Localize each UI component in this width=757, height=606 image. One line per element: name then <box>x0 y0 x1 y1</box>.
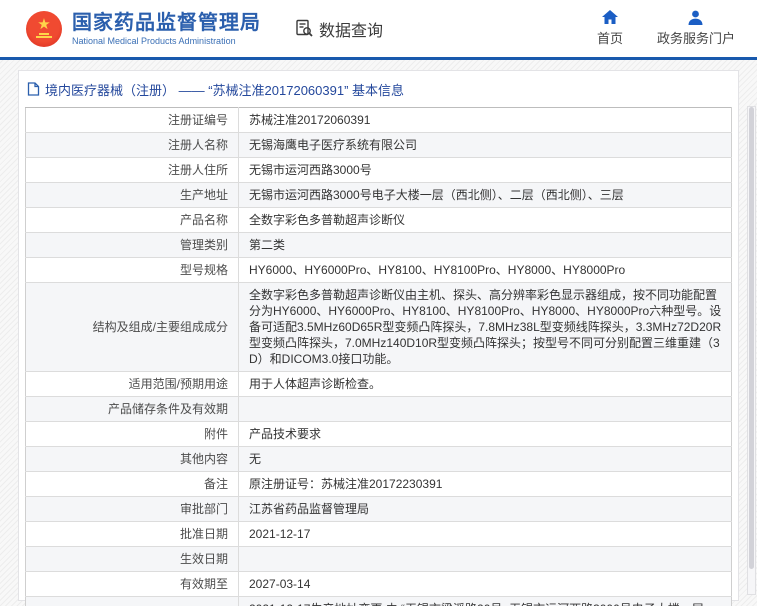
table-row: 产品名称全数字彩色多普勒超声诊断仪 <box>26 208 732 233</box>
user-icon <box>688 10 703 25</box>
nav-portal[interactable]: 政务服务门户 <box>657 10 735 47</box>
star-icon: ★ <box>37 17 50 32</box>
table-row: 批准日期2021-12-17 <box>26 522 732 547</box>
row-value: 第二类 <box>239 233 732 258</box>
row-label: 管理类别 <box>26 233 239 258</box>
row-label: 变更情况 <box>26 597 239 606</box>
table-row: 审批部门江苏省药品监督管理局 <box>26 497 732 522</box>
vertical-scrollbar[interactable] <box>747 106 756 595</box>
row-label: 审批部门 <box>26 497 239 522</box>
nav-portal-label: 政务服务门户 <box>657 28 735 47</box>
row-value: 2021-12-17 <box>239 522 732 547</box>
row-value: 用于人体超声诊断检查。 <box>239 372 732 397</box>
site-subtitle: National Medical Products Administration <box>72 36 261 46</box>
row-value <box>239 547 732 572</box>
content-container: 境内医疗器械（注册） —— “苏械注准20172060391” 基本信息 注册证… <box>18 70 739 601</box>
row-value: 产品技术要求 <box>239 422 732 447</box>
title-block: 国家药品监督管理局 National Medical Products Admi… <box>72 12 261 46</box>
home-icon <box>602 10 618 25</box>
table-row: 注册人住所无锡市运河西路3000号 <box>26 158 732 183</box>
data-query-section[interactable]: 数据查询 <box>295 17 383 41</box>
row-label: 其他内容 <box>26 447 239 472</box>
document-search-icon <box>295 19 314 38</box>
row-label: 产品储存条件及有效期 <box>26 397 239 422</box>
row-value: 原注册证号：苏械注准20172230391 <box>239 472 732 497</box>
info-table: 注册证编号苏械注准20172060391 注册人名称无锡海鹰电子医疗系统有限公司… <box>25 107 732 606</box>
row-value: 无锡市运河西路3000号 <box>239 158 732 183</box>
row-value: HY6000、HY6000Pro、HY8100、HY8100Pro、HY8000… <box>239 258 732 283</box>
site-title: 国家药品监督管理局 <box>72 12 261 34</box>
row-value: 江苏省药品监督管理局 <box>239 497 732 522</box>
nav-home[interactable]: 首页 <box>597 10 623 47</box>
row-value: 苏械注准20172060391 <box>239 108 732 133</box>
row-label: 有效期至 <box>26 572 239 597</box>
row-value <box>239 397 732 422</box>
row-label: 备注 <box>26 472 239 497</box>
table-row: 变更情况2021-12-17生产地址变更 由 “无锡市梁溪路20号, 无锡市运河… <box>26 597 732 606</box>
site-header: ★ 国家药品监督管理局 National Medical Products Ad… <box>0 0 757 60</box>
table-row: 型号规格HY6000、HY6000Pro、HY8100、HY8100Pro、HY… <box>26 258 732 283</box>
table-row: 有效期至2027-03-14 <box>26 572 732 597</box>
logo-group: ★ 国家药品监督管理局 National Medical Products Ad… <box>26 11 383 47</box>
row-label: 生效日期 <box>26 547 239 572</box>
row-label: 型号规格 <box>26 258 239 283</box>
section-label: 数据查询 <box>319 17 383 41</box>
gate-shape <box>36 33 52 40</box>
table-row: 生产地址无锡市运河西路3000号电子大楼一层（西北侧）、二层（西北侧）、三层 <box>26 183 732 208</box>
national-emblem-logo: ★ <box>26 11 62 47</box>
breadcrumb: 境内医疗器械（注册） —— “苏械注准20172060391” 基本信息 <box>19 71 738 107</box>
table-row: 适用范围/预期用途用于人体超声诊断检查。 <box>26 372 732 397</box>
table-row: 备注原注册证号：苏械注准20172230391 <box>26 472 732 497</box>
table-row: 产品储存条件及有效期 <box>26 397 732 422</box>
scrollbar-thumb[interactable] <box>749 107 754 569</box>
row-label: 结构及组成/主要组成成分 <box>26 283 239 372</box>
table-row: 注册人名称无锡海鹰电子医疗系统有限公司 <box>26 133 732 158</box>
table-row: 注册证编号苏械注准20172060391 <box>26 108 732 133</box>
row-value: 全数字彩色多普勒超声诊断仪由主机、探头、高分辨率彩色显示器组成，按不同功能配置分… <box>239 283 732 372</box>
table-row: 附件产品技术要求 <box>26 422 732 447</box>
table-row: 其他内容无 <box>26 447 732 472</box>
table-row: 生效日期 <box>26 547 732 572</box>
table-row: 管理类别第二类 <box>26 233 732 258</box>
row-value: 2021-12-17生产地址变更 由 “无锡市梁溪路20号, 无锡市运河西路30… <box>239 597 732 606</box>
top-nav: 首页 政务服务门户 <box>597 10 735 47</box>
row-label: 适用范围/预期用途 <box>26 372 239 397</box>
row-label: 生产地址 <box>26 183 239 208</box>
document-icon <box>27 82 40 96</box>
row-value: 无锡市运河西路3000号电子大楼一层（西北侧）、二层（西北侧）、三层 <box>239 183 732 208</box>
row-value: 无锡海鹰电子医疗系统有限公司 <box>239 133 732 158</box>
row-label: 注册证编号 <box>26 108 239 133</box>
row-label: 产品名称 <box>26 208 239 233</box>
breadcrumb-text: 境内医疗器械（注册） —— “苏械注准20172060391” 基本信息 <box>45 80 404 99</box>
row-label: 批准日期 <box>26 522 239 547</box>
row-label: 附件 <box>26 422 239 447</box>
row-label: 注册人名称 <box>26 133 239 158</box>
row-label: 注册人住所 <box>26 158 239 183</box>
row-value: 2027-03-14 <box>239 572 732 597</box>
row-value: 无 <box>239 447 732 472</box>
table-row: 结构及组成/主要组成成分全数字彩色多普勒超声诊断仪由主机、探头、高分辨率彩色显示… <box>26 283 732 372</box>
nav-home-label: 首页 <box>597 28 623 47</box>
row-value: 全数字彩色多普勒超声诊断仪 <box>239 208 732 233</box>
